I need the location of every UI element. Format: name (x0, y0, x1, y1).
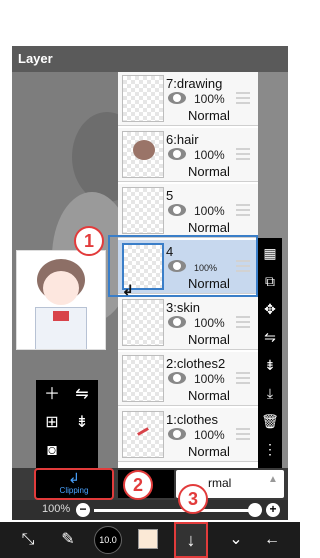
layer-name: 6:hair (166, 132, 199, 147)
copy-layer-icon[interactable]: ⊞ (38, 410, 66, 436)
brush-size-button[interactable]: 10.0 (94, 526, 122, 554)
caret-up-icon: ▲ (268, 474, 278, 485)
layer-opacity: 100% (194, 372, 225, 386)
drag-handle-icon[interactable] (236, 316, 250, 328)
layer-row[interactable]: 5 100% Normal (118, 184, 258, 238)
annotation-badge: 3 (178, 484, 208, 514)
eye-icon[interactable] (168, 148, 186, 160)
flip-icon[interactable]: ⇋ (258, 324, 282, 350)
drag-handle-icon[interactable] (236, 92, 250, 104)
import-icon[interactable]: ⤓ (258, 380, 282, 406)
eye-icon[interactable] (168, 372, 186, 384)
layer-row[interactable]: 7:drawing 100% Normal (118, 72, 258, 126)
drag-handle-icon[interactable] (236, 204, 250, 216)
color-swatch[interactable] (138, 529, 158, 549)
right-layer-toolbar: ▦ ⧉ ✥ ⇋ ⇟ ⤓ 🗑 ⋮ (258, 238, 282, 468)
layer-thumbnail (122, 355, 164, 402)
layer-name: 1:clothes (166, 412, 219, 427)
eye-icon[interactable] (168, 92, 186, 104)
camera-icon[interactable]: ◙ (38, 438, 66, 464)
layer-thumbnail (122, 411, 164, 458)
layer-row[interactable]: 3:skin 100% Normal (118, 296, 258, 350)
layer-thumbnail (122, 131, 164, 178)
merge-icon[interactable]: ⇟ (68, 410, 96, 436)
add-layer-icon[interactable]: ＋ (38, 382, 66, 408)
layer-name: 2:clothes2 (166, 356, 226, 371)
panel-title: Layer (12, 46, 288, 72)
layer-blend-mode: Normal (188, 108, 230, 123)
layer-thumbnail (122, 75, 164, 122)
eye-icon[interactable] (168, 204, 186, 216)
opacity-value: 100% (42, 503, 71, 515)
layer-opacity: 100% (194, 92, 225, 106)
trash-icon[interactable]: 🗑 (258, 408, 282, 434)
drag-handle-icon[interactable] (236, 372, 250, 384)
opacity-slider[interactable] (94, 509, 254, 512)
layer-row[interactable]: 1:clothes 100% Normal (118, 408, 258, 462)
layer-name: 3:skin (166, 300, 200, 315)
transform-icon[interactable]: ⧉ (258, 268, 282, 294)
left-layer-toolbar: ＋ ⇋ ⊞ ⇟ ◙ (36, 380, 98, 468)
clipping-label: Clipping (59, 486, 89, 495)
merge-down-icon[interactable]: ⇟ (258, 352, 282, 378)
layer-thumbnail (122, 299, 164, 346)
layer-name: 5 (166, 188, 174, 203)
layer-row[interactable]: 6:hair 100% Normal (118, 128, 258, 182)
move-icon[interactable]: ✥ (258, 296, 282, 322)
layer-blend-mode: Normal (188, 164, 230, 179)
flip-layer-icon[interactable]: ⇋ (68, 382, 96, 408)
more-icon[interactable]: ⋮ (258, 436, 282, 462)
layer-row[interactable]: 2:clothes2 100% Normal (118, 352, 258, 406)
layer-thumbnail (122, 187, 164, 234)
opacity-plus-button[interactable]: + (266, 503, 280, 517)
layer-opacity: 100% (194, 428, 225, 442)
eye-icon[interactable] (168, 316, 186, 328)
layer-blend-mode: Normal (188, 444, 230, 459)
drag-handle-icon[interactable] (236, 428, 250, 440)
transform-tool-icon[interactable]: ⤡ (14, 526, 42, 554)
layer-blend-mode: Normal (188, 220, 230, 235)
brush-icon[interactable]: ✎ (54, 526, 82, 554)
layer-name: 7:drawing (166, 76, 223, 91)
layer-opacity: 100% (194, 204, 225, 218)
opacity-minus-button[interactable]: − (76, 503, 90, 517)
checker-icon[interactable]: ▦ (258, 240, 282, 266)
clipping-button[interactable]: ↲ Clipping (34, 468, 114, 500)
collapse-icon[interactable]: ⌄ (222, 526, 250, 554)
annotation-badge: 2 (123, 470, 153, 500)
clip-arrow-icon: ↲ (122, 282, 134, 298)
layer-blend-mode: Normal (188, 388, 230, 403)
layers-button[interactable]: ↓ (174, 522, 208, 558)
reference-image (16, 250, 106, 350)
layer-opacity: 100% (194, 148, 225, 162)
layer-opacity: 100% (194, 316, 225, 330)
clipping-arrow-icon: ↲ (68, 470, 80, 486)
layer-blend-mode: Normal (188, 332, 230, 347)
slider-knob[interactable] (248, 503, 262, 517)
back-arrow-icon[interactable]: ← (258, 526, 286, 554)
eye-icon[interactable] (168, 428, 186, 440)
drag-handle-icon[interactable] (236, 148, 250, 160)
annotation-badge: 1 (74, 226, 104, 256)
